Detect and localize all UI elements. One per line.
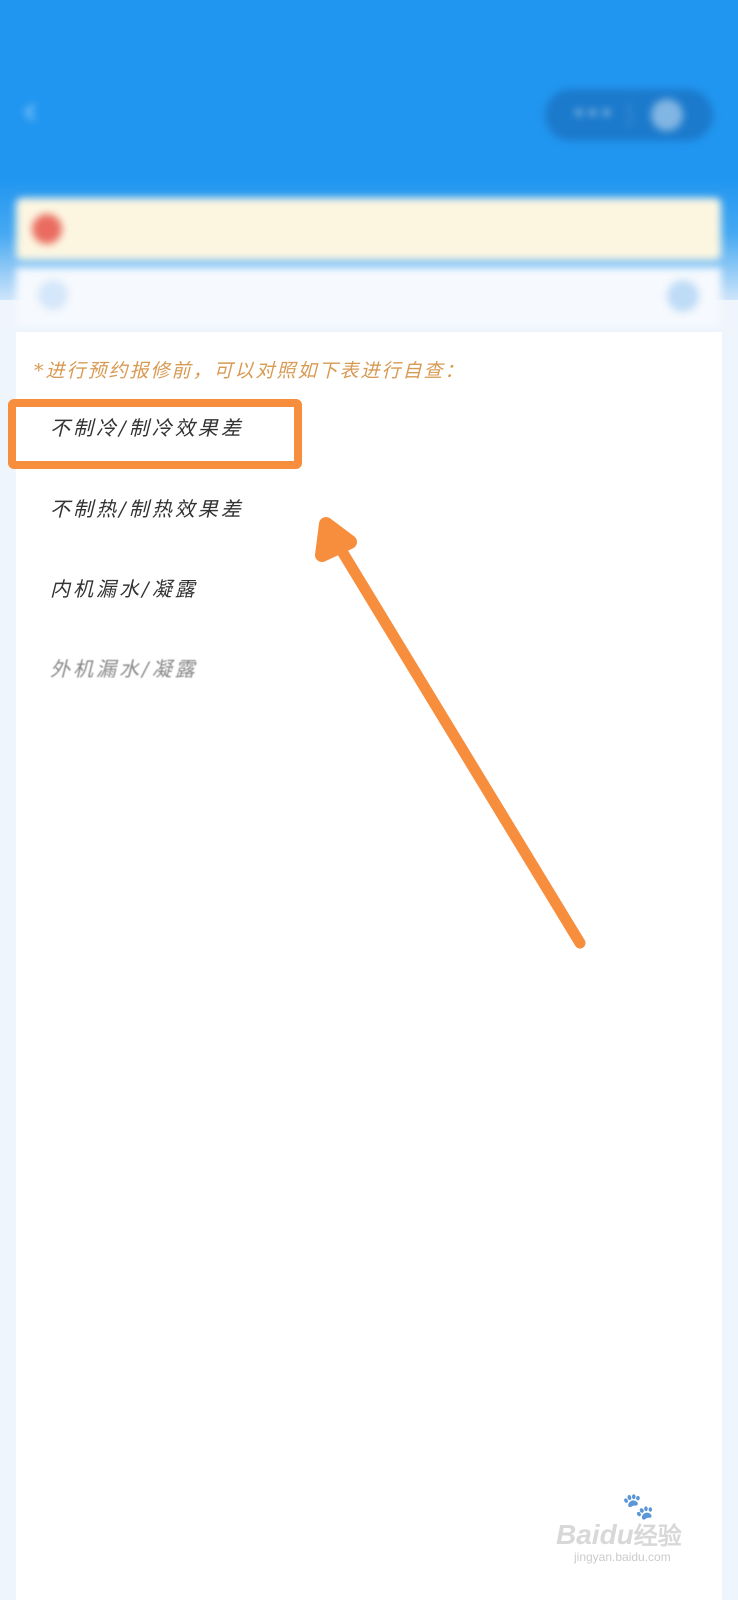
watermark-url: jingyan.baidu.com bbox=[574, 1550, 671, 1564]
alert-icon bbox=[32, 214, 62, 244]
back-arrow-icon[interactable]: ‹ bbox=[22, 91, 38, 131]
more-icon[interactable]: ••• bbox=[573, 101, 614, 125]
issue-item-outdoor-leak[interactable]: 外机漏水/凝露 bbox=[50, 653, 198, 682]
status-bar bbox=[0, 20, 738, 60]
notice-banner bbox=[16, 198, 721, 260]
product-icon bbox=[38, 280, 68, 310]
capsule-divider bbox=[629, 103, 630, 127]
self-check-card: *进行预约报修前，可以对照如下表进行自查： 不制冷/制冷效果差 不制热/制热效果… bbox=[16, 332, 722, 1600]
chevron-right-icon[interactable] bbox=[667, 280, 699, 312]
watermark: 🐾 Baidu经验 jingyan.baidu.com bbox=[556, 1488, 716, 1568]
close-icon[interactable] bbox=[651, 99, 683, 131]
watermark-du: du bbox=[599, 1519, 634, 1550]
watermark-brand-en: Bai bbox=[556, 1519, 600, 1550]
mini-program-capsule[interactable]: ••• bbox=[545, 89, 713, 141]
issue-item-indoor-leak[interactable]: 内机漏水/凝露 bbox=[50, 573, 198, 602]
product-selector[interactable] bbox=[16, 268, 721, 326]
issue-list: 不制冷/制冷效果差 不制热/制热效果差 内机漏水/凝露 外机漏水/凝露 bbox=[16, 332, 722, 1600]
nav-bar: ‹ ••• bbox=[0, 85, 738, 145]
watermark-brand-cn: 经验 bbox=[633, 1523, 682, 1550]
watermark-brand: Baidu经验 bbox=[556, 1516, 682, 1551]
issue-item-no-heating[interactable]: 不制热/制热效果差 bbox=[50, 493, 244, 522]
highlight-box bbox=[8, 399, 302, 469]
